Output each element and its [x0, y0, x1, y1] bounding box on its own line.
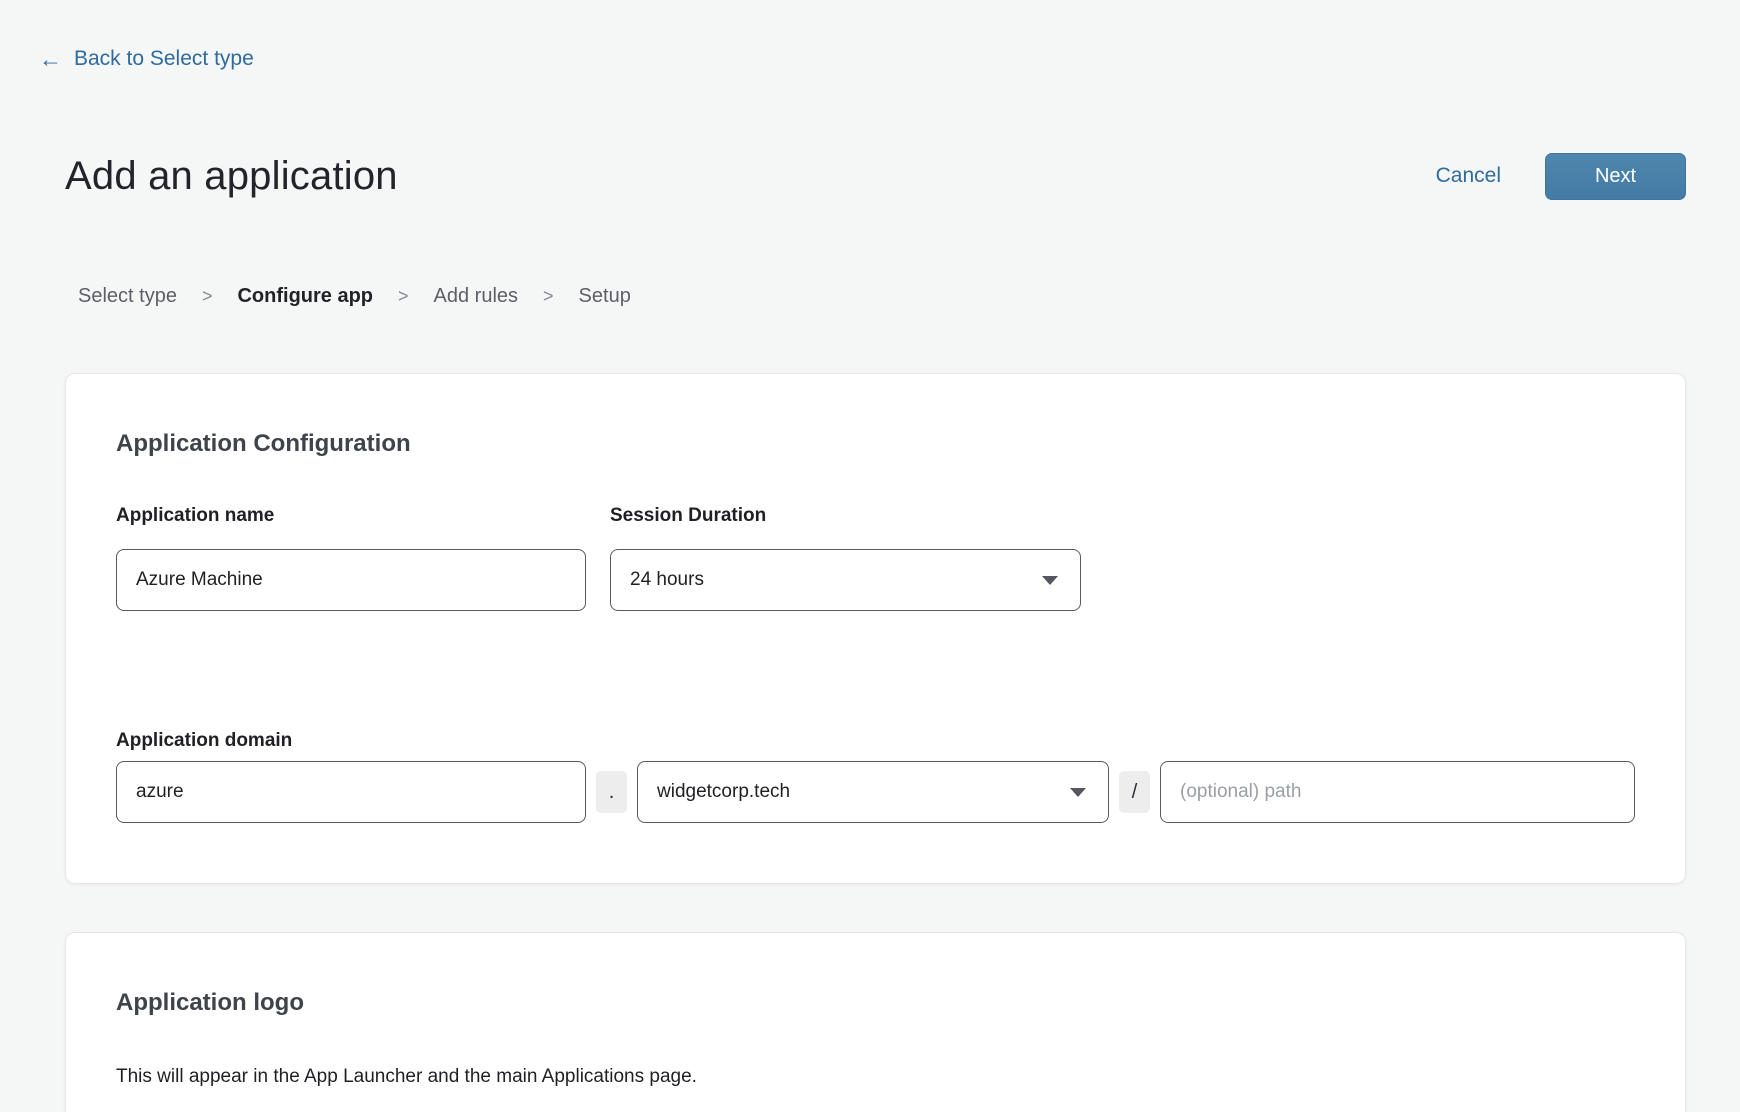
application-logo-description: This will appear in the App Launcher and… — [116, 1065, 1635, 1089]
back-arrow-icon: ← — [39, 47, 62, 71]
dot-separator: . — [596, 771, 627, 813]
application-configuration-heading: Application Configuration — [116, 430, 1635, 458]
breadcrumb-configure-app[interactable]: Configure app — [237, 284, 373, 308]
breadcrumb-select-type[interactable]: Select type — [78, 284, 177, 308]
breadcrumb-separator: > — [398, 284, 409, 308]
session-duration-value: 24 hours — [630, 569, 704, 591]
session-duration-label: Session Duration — [610, 504, 1080, 528]
application-logo-heading: Application logo — [116, 989, 1635, 1017]
add-application-page: ← Back to Select type Add an application… — [0, 0, 1740, 1112]
application-logo-card: Application logo This will appear in the… — [65, 932, 1686, 1112]
name-duration-row: Application name Session Duration 24 hou… — [116, 504, 1635, 611]
path-input[interactable] — [1160, 761, 1635, 823]
application-name-label: Application name — [116, 504, 586, 528]
breadcrumb-add-rules[interactable]: Add rules — [434, 284, 519, 308]
session-duration-field: Session Duration 24 hours — [610, 504, 1080, 611]
breadcrumb-separator: > — [543, 284, 554, 308]
application-name-input[interactable] — [116, 549, 586, 611]
breadcrumb: Select type > Configure app > Add rules … — [78, 284, 1740, 308]
breadcrumb-setup[interactable]: Setup — [579, 284, 631, 308]
application-configuration-card: Application Configuration Application na… — [65, 373, 1686, 884]
header-actions: Cancel Next — [1436, 153, 1686, 200]
application-domain-section: Application domain . widgetcorp.tech / — [116, 729, 1635, 823]
back-link-label: Back to Select type — [74, 47, 254, 71]
page-title: Add an application — [65, 152, 398, 200]
chevron-down-icon — [1042, 576, 1058, 585]
cancel-button[interactable]: Cancel — [1436, 164, 1501, 188]
chevron-down-icon — [1070, 788, 1086, 797]
application-domain-row: . widgetcorp.tech / — [116, 761, 1635, 823]
session-duration-select[interactable]: 24 hours — [610, 549, 1081, 611]
next-button[interactable]: Next — [1545, 153, 1686, 200]
breadcrumb-separator: > — [202, 284, 213, 308]
application-domain-label: Application domain — [116, 729, 1635, 753]
slash-separator: / — [1119, 771, 1150, 813]
page-header: Add an application Cancel Next — [65, 152, 1686, 200]
back-to-select-type-link[interactable]: ← Back to Select type — [39, 47, 254, 71]
application-name-field: Application name — [116, 504, 586, 611]
subdomain-input[interactable] — [116, 761, 586, 823]
domain-select[interactable]: widgetcorp.tech — [637, 761, 1109, 823]
domain-select-value: widgetcorp.tech — [657, 781, 790, 803]
